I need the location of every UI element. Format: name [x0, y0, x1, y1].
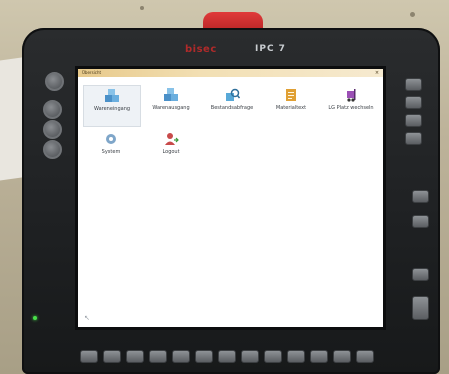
boxes-icon: [105, 89, 119, 102]
side-button-2[interactable]: [43, 120, 62, 139]
wall-mark: [140, 6, 144, 10]
menu-tile-label: Bestandsabfrage: [210, 105, 254, 111]
function-key[interactable]: [287, 350, 305, 363]
menu-tile-logout[interactable]: Logout: [143, 129, 199, 169]
function-key[interactable]: [333, 350, 351, 363]
function-key[interactable]: [103, 350, 121, 363]
right-key[interactable]: [405, 114, 422, 127]
right-key[interactable]: [405, 132, 422, 145]
function-key[interactable]: [218, 350, 236, 363]
function-key[interactable]: [126, 350, 144, 363]
forklift-icon: [347, 89, 356, 102]
menu-tile-label: LG Platz wechseln: [328, 105, 374, 111]
right-key[interactable]: [412, 215, 429, 228]
menu-tile-wareneingang[interactable]: Wareneingang: [83, 85, 141, 127]
menu-tile-label: Logout: [162, 149, 180, 155]
right-key[interactable]: [405, 96, 422, 109]
menu-tile-warenausgang[interactable]: Warenausgang: [143, 85, 199, 125]
side-button-1[interactable]: [43, 100, 62, 119]
menu-tile-label: Materialtext: [275, 105, 307, 111]
pointer-icon: ↖: [84, 314, 90, 322]
right-key[interactable]: [412, 268, 429, 281]
enter-key[interactable]: [412, 296, 429, 320]
window-title: Übersicht: [82, 70, 102, 75]
right-key[interactable]: [405, 78, 422, 91]
function-key[interactable]: [149, 350, 167, 363]
side-button-3[interactable]: [43, 140, 62, 159]
function-key[interactable]: [264, 350, 282, 363]
menu-tile-bestandsabfrage[interactable]: Bestandsabfrage: [204, 85, 260, 125]
document-icon: [286, 89, 296, 101]
function-key[interactable]: [172, 350, 190, 363]
brand-logo: bisec: [185, 44, 217, 55]
right-key[interactable]: [412, 190, 429, 203]
menu-tile-label: Wareneingang: [93, 106, 131, 112]
menu-tile-system[interactable]: System: [83, 129, 139, 169]
status-led: [33, 316, 37, 320]
function-key[interactable]: [310, 350, 328, 363]
model-label: IPC 7: [255, 44, 286, 54]
gear-icon: [106, 134, 116, 144]
function-key[interactable]: [195, 350, 213, 363]
function-key[interactable]: [241, 350, 259, 363]
boxes-icon: [164, 88, 178, 101]
wall-mark: [410, 12, 415, 17]
menu-tile-label: Warenausgang: [152, 105, 190, 111]
power-button[interactable]: [45, 72, 64, 91]
menu-tile-materialtext[interactable]: Materialtext: [263, 85, 319, 125]
close-button[interactable]: ×: [374, 70, 380, 76]
user-logout-icon: [165, 133, 179, 145]
window-titlebar: Übersicht ×: [78, 69, 383, 77]
touch-screen[interactable]: Übersicht × Wareneingang Warenausgang Be…: [78, 69, 383, 327]
function-key[interactable]: [356, 350, 374, 363]
search-boxes-icon: [226, 88, 240, 101]
function-key[interactable]: [80, 350, 98, 363]
menu-tile-lg-platz-wechseln[interactable]: LG Platz wechseln: [323, 85, 379, 125]
menu-tile-label: System: [101, 149, 121, 155]
